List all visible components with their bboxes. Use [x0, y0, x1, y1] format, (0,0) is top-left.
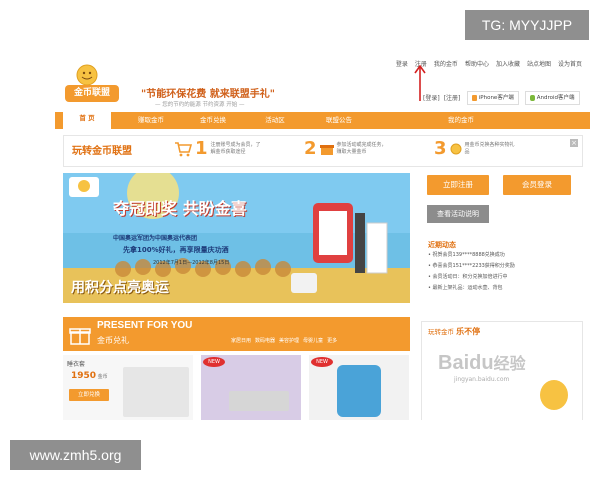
nav-earn-coins[interactable]: 赚取金币	[123, 112, 179, 129]
watermark-url: jingyan.baidu.com	[454, 376, 510, 383]
coin-icon	[450, 143, 462, 154]
badge-coin-icon	[78, 180, 90, 192]
step-2-text: 参加活动或完成任务，赚取大量金币	[336, 141, 387, 155]
steps-title: 玩转金币联盟	[72, 146, 132, 157]
iphone-icon	[472, 94, 477, 101]
banner-line-1: 中国奥运军团为中国奥运代表团	[113, 235, 198, 242]
android-app-button[interactable]: Android客户端	[525, 91, 580, 105]
exchange-button[interactable]: 立即兑换	[69, 389, 109, 401]
product-card[interactable]: 睡衣套 1950 金币 立即兑换	[63, 355, 193, 420]
top-link-help[interactable]: 帮助中心	[465, 59, 489, 68]
step-2-number: 2	[304, 138, 317, 159]
nav-home[interactable]: 首 页	[63, 110, 111, 129]
right-panel-title-text: 玩转金币	[428, 328, 454, 336]
watermark-jingyan: 经验	[493, 356, 526, 373]
nav-my-coins[interactable]: 我的金币	[431, 112, 491, 129]
steps-strip: 玩转金币联盟 1 注册账号成为会员，了解金币获取途径 2 参加活动或完成任务，赚…	[63, 135, 583, 167]
keyboard-image	[229, 391, 289, 411]
product-price: 1950 金币	[71, 371, 108, 381]
banner-logo-badge	[69, 177, 99, 197]
baidu-watermark: Baidu经验	[438, 350, 526, 375]
present-subtitle: 金币兑礼	[97, 336, 129, 345]
news-item[interactable]: • 恭喜会员151****2233获得积分奖励	[428, 262, 588, 269]
present-tab[interactable]: 美容护理	[279, 337, 299, 344]
close-steps-icon[interactable]: ×	[570, 139, 578, 147]
top-link-my-coins[interactable]: 我的金币	[434, 59, 458, 68]
top-link-favorite[interactable]: 加入收藏	[496, 59, 520, 68]
present-tab[interactable]: 数码电器	[255, 337, 275, 344]
right-panel-title: 玩转金币 乐不停	[428, 326, 480, 337]
new-badge: NEW	[311, 357, 333, 367]
banner-headline: 夺冠即奖 共盼金喜	[113, 199, 247, 218]
login-link[interactable]: [登录]	[423, 93, 440, 102]
news-item[interactable]: • 祝贺会员139****8888兑换成功	[428, 251, 588, 258]
slogan: "节能环保花费 就来联盟手礼"	[141, 89, 275, 100]
present-tab[interactable]: 母婴儿童	[303, 337, 323, 344]
slogan-sub: — 您的节约的能源 节约资源 开始 —	[155, 102, 245, 108]
present-tabs: 家居日用 数码电器 美容护理 母婴儿童 更多	[231, 337, 337, 344]
right-promo-panel: 玩转金币 乐不停 Baidu经验 jingyan.baidu.com	[421, 321, 583, 420]
step-3: 3 用金币兑换各种实物礼品	[434, 138, 515, 159]
android-icon	[530, 94, 535, 101]
watermark-tag: TG: MYYJJPP	[465, 10, 589, 40]
cart-icon	[175, 141, 192, 156]
gift-icon	[69, 328, 91, 345]
website-screenshot: 登录 注册 我的金币 帮助中心 加入收藏 站点地图 设为首页 金币联盟 "节能环…	[55, 55, 590, 420]
present-header-bar: PRESENT FOR YOU 金币兑礼 家居日用 数码电器 美容护理 母婴儿童…	[63, 317, 410, 351]
logo-text: 金币联盟	[73, 88, 110, 98]
login-links: [登录] [注册]	[423, 93, 460, 102]
news-item[interactable]: • 会员活动日：积分兑换加倍进行中	[428, 273, 588, 280]
register-button[interactable]: 立即注册	[427, 175, 489, 195]
promo-banner[interactable]: 夺冠即奖 共盼金喜 中国奥运军团为中国奥运代表团 先拿100%好礼，再享限量庆功…	[63, 173, 410, 303]
step-3-text: 用金币兑换各种实物礼品	[464, 141, 515, 155]
product-card[interactable]: NEW	[201, 355, 301, 420]
coin-bag-image	[540, 380, 568, 410]
register-link[interactable]: [注册]	[444, 93, 461, 102]
member-login-button[interactable]: 会员登录	[503, 175, 571, 195]
present-title: PRESENT FOR YOU	[97, 320, 193, 331]
top-link-homepage[interactable]: 设为首页	[558, 59, 582, 68]
step-2: 2 参加活动或完成任务，赚取大量金币	[304, 138, 387, 159]
banner-line-2: 先拿100%好礼，再享限量庆功酒	[123, 246, 229, 254]
banner-date: 2012年7月1日—2012年8月15日	[153, 260, 230, 266]
step-3-number: 3	[434, 138, 447, 159]
news-title: 近期动态	[428, 241, 456, 249]
step-1: 1 注册账号成为会员，了解金币获取途径	[174, 138, 261, 159]
android-app-label: Android客户端	[536, 95, 575, 101]
watermark-site: www.zmh5.org	[10, 440, 141, 470]
activity-info-button[interactable]: 查看活动说明	[427, 205, 489, 223]
watermark-baidu: Baidu	[438, 352, 494, 374]
nav-exchange[interactable]: 金币兑换	[185, 112, 241, 129]
site-logo[interactable]: 金币联盟	[63, 63, 121, 105]
nav-activities[interactable]: 活动区	[247, 112, 303, 129]
present-tab[interactable]: 家居日用	[231, 337, 251, 344]
iphone-app-button[interactable]: iPhone客户端	[467, 91, 519, 105]
banner-bottom-text: 用积分点亮奥运	[71, 280, 169, 296]
step-1-text: 注册账号成为会员，了解金币获取途径	[210, 141, 261, 155]
right-panel-highlight: 乐不停	[456, 327, 481, 336]
product-price-unit: 金币	[97, 374, 108, 380]
gift-box-icon	[319, 144, 334, 155]
product-image	[123, 367, 189, 417]
news-list: • 祝贺会员139****8888兑换成功 • 恭喜会员151****2233获…	[428, 251, 588, 291]
new-badge: NEW	[203, 357, 225, 367]
present-tab[interactable]: 更多	[327, 337, 337, 344]
top-link-login[interactable]: 登录	[396, 59, 408, 68]
product-name: 睡衣套	[67, 361, 86, 368]
nav-announcements[interactable]: 联盟公告	[309, 112, 369, 129]
present-section: PRESENT FOR YOU 金币兑礼 家居日用 数码电器 美容护理 母婴儿童…	[63, 317, 410, 420]
backpack-image	[337, 365, 381, 417]
product-card[interactable]: NEW	[309, 355, 409, 420]
iphone-app-label: iPhone客户端	[478, 95, 514, 101]
product-price-value: 1950	[71, 371, 97, 381]
step-1-number: 1	[195, 138, 208, 159]
main-nav: 首 页 赚取金币 金币兑换 活动区 联盟公告 我的金币	[55, 110, 590, 129]
news-item[interactable]: • 最新上架礼品：运动水壶、背包	[428, 284, 588, 291]
top-link-sitemap[interactable]: 站点地图	[527, 59, 551, 68]
